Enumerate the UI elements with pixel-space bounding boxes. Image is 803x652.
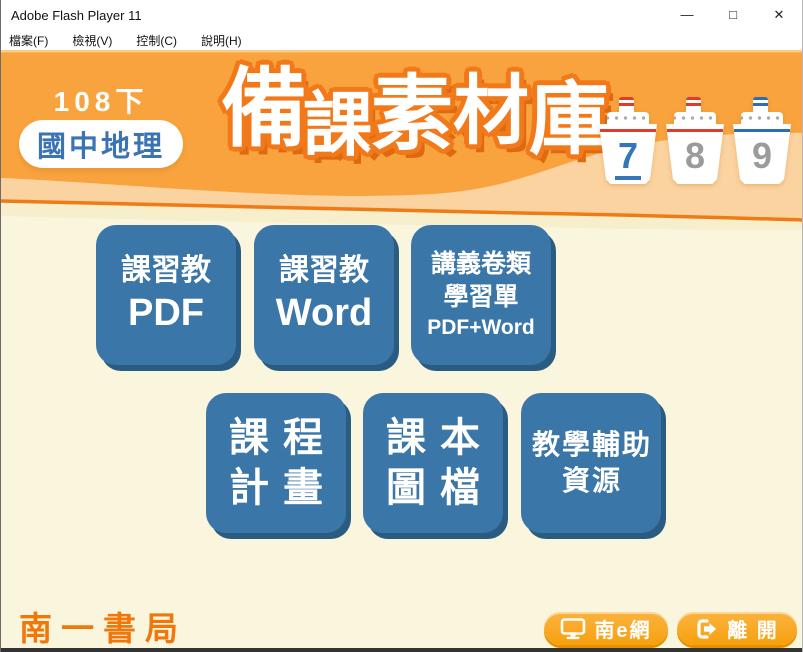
material-button-label: PDF xyxy=(128,292,204,335)
exit-button[interactable]: 離 開 xyxy=(677,612,797,645)
boat-deck-icon xyxy=(674,112,716,124)
material-button-textbook-images[interactable]: 課本 圖檔 xyxy=(363,393,503,533)
nan-e-web-button[interactable]: 南e網 xyxy=(544,612,668,645)
material-button-label: 課本 xyxy=(386,416,494,460)
material-button-kexijiao-word[interactable]: 課習教 Word xyxy=(254,225,394,365)
material-button-label: 教學輔助 xyxy=(531,428,652,460)
material-button-label: 講義卷類 xyxy=(430,250,531,279)
app-title-char: 材 xyxy=(453,69,530,154)
grade-tab-9[interactable]: 9 xyxy=(733,95,791,187)
window-controls: — □ ✕ xyxy=(664,0,802,30)
material-button-label: 課習教 xyxy=(279,253,369,287)
grade-number: 7 xyxy=(599,136,657,180)
menu-item-help[interactable]: 說明(H) xyxy=(201,32,242,49)
grade-number: 8 xyxy=(684,135,706,176)
exit-icon xyxy=(697,618,717,639)
monitor-icon xyxy=(561,617,586,639)
grade-tab-7[interactable]: 7 xyxy=(599,95,657,187)
menu-item-file[interactable]: 檔案(F) xyxy=(9,32,48,49)
exit-label: 離 開 xyxy=(727,620,779,642)
material-button-teaching-resources[interactable]: 教學輔助 資源 xyxy=(521,393,661,533)
material-button-kexijiao-pdf[interactable]: 課習教 PDF xyxy=(96,225,236,365)
grade-tab-8[interactable]: 8 xyxy=(666,95,724,187)
material-button-curriculum-plan[interactable]: 課程 計畫 xyxy=(206,393,346,533)
app-title: 備課素材庫 xyxy=(221,66,611,160)
window-titlebar[interactable]: Adobe Flash Player 11 — □ ✕ xyxy=(1,0,802,30)
app-title-char: 課 xyxy=(303,86,373,164)
minimize-button[interactable]: — xyxy=(664,0,710,30)
boat-deck-icon xyxy=(741,112,783,124)
material-button-label: PDF+Word xyxy=(427,315,535,339)
material-button-label: 計畫 xyxy=(229,466,337,510)
maximize-button[interactable]: □ xyxy=(710,0,756,30)
material-button-label: 課程 xyxy=(229,416,337,460)
publisher-logo: 南一書局 xyxy=(19,612,187,648)
app-title-char: 備 xyxy=(221,61,307,157)
app-title-char: 庫 xyxy=(529,75,610,164)
window-bottom-edge xyxy=(1,648,802,652)
menu-item-control[interactable]: 控制(C) xyxy=(136,32,177,49)
subject-pill: 國中地理 xyxy=(19,120,183,168)
boat-deck-icon xyxy=(607,112,649,124)
material-button-label: 學習單 xyxy=(443,282,519,311)
material-button-label: 圖檔 xyxy=(386,466,494,510)
flash-player-window: Adobe Flash Player 11 — □ ✕ 檔案(F) 檢視(V) 控制(C… xyxy=(0,0,803,652)
material-button-label: Word xyxy=(275,292,373,335)
material-button-label: 課習教 xyxy=(121,253,211,287)
menu-item-view[interactable]: 檢視(V) xyxy=(72,32,112,49)
boat-hull-icon: 7 xyxy=(599,124,657,184)
semester-label: 108下 xyxy=(53,86,149,117)
material-button-worksheets[interactable]: 講義卷類學習單 PDF+Word xyxy=(411,225,551,365)
grade-tabs: 78 9 xyxy=(599,95,799,187)
menu-bar: 檔案(F) 檢視(V) 控制(C) 說明(H) xyxy=(1,30,802,50)
close-button[interactable]: ✕ xyxy=(756,0,802,30)
boat-hull-icon: 8 xyxy=(666,124,724,184)
material-button-label: 資源 xyxy=(561,465,622,496)
window-title: Adobe Flash Player 11 xyxy=(11,7,142,23)
nan-e-web-label: 南e網 xyxy=(594,620,652,642)
app-title-char: 素 xyxy=(371,69,454,160)
grade-number: 9 xyxy=(751,135,773,176)
header-banner: 108下 國中地理 備課素材庫 78 9 xyxy=(1,50,802,230)
boat-hull-icon: 9 xyxy=(733,124,791,184)
